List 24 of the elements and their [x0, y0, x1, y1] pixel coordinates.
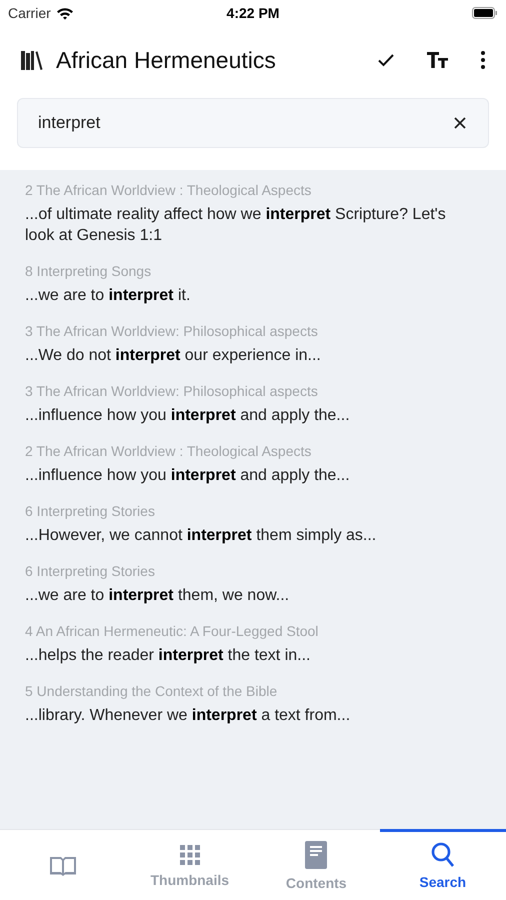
book-icon — [49, 855, 78, 877]
result-snippet[interactable]: ...We do not interpret our experience in... — [25, 345, 506, 366]
result-snippet[interactable]: ...we are to interpret them, we now... — [25, 585, 506, 606]
tab-button[interactable]: Search — [380, 829, 506, 900]
books-icon — [20, 48, 44, 72]
search-icon — [430, 842, 455, 868]
result-snippet[interactable]: ...of ultimate reality affect how we interpret Scripture? Let's look at Genesis 1:1 — [25, 204, 506, 246]
result-snippet[interactable]: ...influence how you interpret and apply the... — [25, 465, 506, 486]
text-size-icon[interactable] — [426, 50, 450, 70]
carrier-name: Carrier — [8, 5, 51, 21]
grid-icon — [178, 844, 201, 866]
document-icon — [305, 841, 328, 869]
search-field[interactable]: interpret — [17, 98, 489, 148]
book-title: African Hermeneutics — [56, 46, 277, 74]
wifi-icon — [56, 6, 74, 20]
result-snippet[interactable]: ...library. Whenever we interpret a text from... — [25, 705, 506, 726]
result-snippet[interactable]: ...However, we cannot interpret them simply as... — [25, 525, 506, 546]
battery-icon — [472, 7, 498, 19]
result-snippet[interactable]: ...helps the reader interpret the text in... — [25, 645, 506, 666]
status-time: 4:22 PM — [226, 5, 280, 21]
result-snippet[interactable]: ...influence how you interpret and apply the... — [25, 405, 506, 426]
clear-icon[interactable] — [454, 117, 466, 129]
result-snippet[interactable]: ...we are to interpret it. — [25, 285, 506, 306]
more-icon[interactable] — [480, 50, 486, 70]
